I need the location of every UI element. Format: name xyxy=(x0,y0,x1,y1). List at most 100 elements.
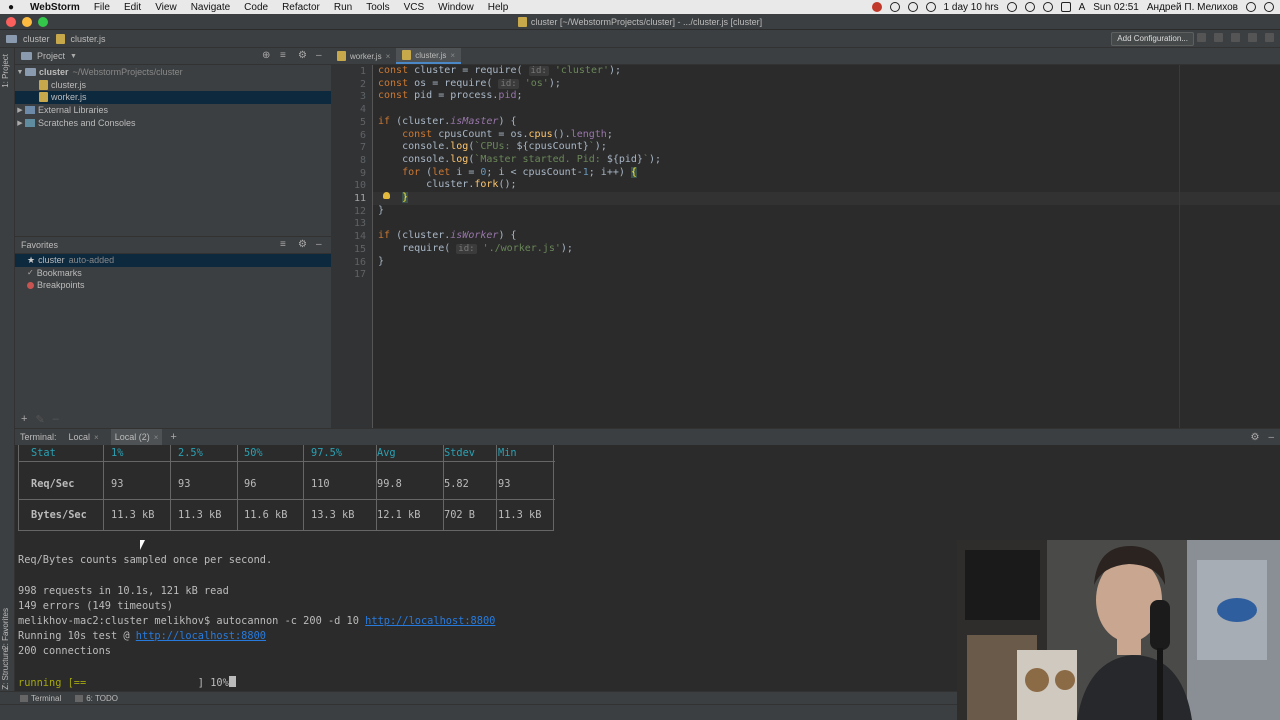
terminal-progress-line: running [== ] 10% xyxy=(18,676,236,689)
menu-file[interactable]: File xyxy=(94,2,110,13)
add-icon[interactable]: + xyxy=(21,413,27,426)
editor-gutter[interactable]: 1 2 3 4 5 6 7 8 9 10 11 12 13 14 15 16 1… xyxy=(331,65,373,428)
hide-icon[interactable]: – xyxy=(1268,432,1274,443)
terminal-link[interactable]: http://localhost:8800 xyxy=(136,630,266,642)
menu-edit[interactable]: Edit xyxy=(124,2,141,13)
input-source[interactable]: A xyxy=(1079,2,1086,13)
user-icon[interactable] xyxy=(889,2,900,12)
chevron-down-icon[interactable]: ▼ xyxy=(70,53,77,60)
hide-icon[interactable]: – xyxy=(316,240,325,250)
tab-worker-js[interactable]: worker.js × xyxy=(331,48,396,64)
run-icon[interactable] xyxy=(1197,33,1206,42)
wifi-icon[interactable] xyxy=(1024,2,1035,12)
close-icon[interactable]: × xyxy=(386,52,391,61)
progress-label: running [== xyxy=(18,677,87,689)
coverage-icon[interactable] xyxy=(1231,33,1240,42)
menu-view[interactable]: View xyxy=(155,2,177,13)
app-menu[interactable]: WebStorm xyxy=(30,2,80,13)
collapse-icon[interactable]: ≡ xyxy=(280,51,289,61)
search-everywhere-icon[interactable] xyxy=(1265,33,1274,42)
uptime-text[interactable]: 1 day 10 hrs xyxy=(944,2,999,13)
table-cell: 93 xyxy=(178,478,191,490)
remove-icon[interactable]: – xyxy=(53,413,59,426)
code-line-9: for (let i = 0; i < cpusCount-1; i++) { xyxy=(378,166,637,180)
code-line-6: const cpusCount = os.cpus().length; xyxy=(378,129,613,142)
add-configuration-button[interactable]: Add Configuration... xyxy=(1111,32,1194,46)
code-token: `CPUs: xyxy=(474,141,517,153)
close-icon[interactable]: × xyxy=(154,433,159,442)
expand-arrow-icon[interactable]: ▶ xyxy=(15,106,25,114)
notification-center-icon[interactable] xyxy=(1264,2,1274,12)
structure-tool-tab[interactable]: Z: Structure xyxy=(1,648,14,690)
project-tool-tab[interactable]: 1: Project xyxy=(1,54,14,88)
battery-icon[interactable] xyxy=(1060,2,1071,12)
code-line-3: const pid = process.pid; xyxy=(378,90,523,103)
table-divider xyxy=(19,499,555,500)
table-cell: 5.82 xyxy=(444,478,469,490)
clock[interactable]: Sun 02:51 xyxy=(1093,2,1139,13)
table-header: 50% xyxy=(244,447,263,459)
sound-icon[interactable] xyxy=(1042,2,1053,12)
menu-window[interactable]: Window xyxy=(438,2,474,13)
terminal-link[interactable]: http://localhost:8800 xyxy=(365,615,495,627)
record-icon[interactable] xyxy=(871,2,882,12)
js-file-icon xyxy=(402,50,412,60)
tree-root[interactable]: ▼ cluster ~/WebstormProjects/cluster xyxy=(15,66,331,79)
todo-tool-button[interactable]: 6: TODO xyxy=(75,694,118,703)
spotlight-icon[interactable] xyxy=(1246,2,1256,12)
uptime-icon[interactable] xyxy=(925,2,936,12)
window-controls xyxy=(6,17,48,27)
zoom-window-button[interactable] xyxy=(38,17,48,27)
hide-icon[interactable]: – xyxy=(316,51,325,61)
js-file-icon xyxy=(39,79,48,90)
favorites-panel-title[interactable]: Favorites xyxy=(21,240,58,250)
close-icon[interactable]: × xyxy=(94,433,99,442)
close-icon[interactable]: × xyxy=(450,51,455,60)
menu-code[interactable]: Code xyxy=(244,2,268,13)
gear-icon[interactable]: ⚙ xyxy=(298,240,307,250)
code-editor[interactable]: 1 2 3 4 5 6 7 8 9 10 11 12 13 14 15 16 1… xyxy=(331,65,1280,428)
code-line-15: require( id: './worker.js'); xyxy=(378,243,573,256)
play-icon[interactable] xyxy=(907,2,918,12)
favorite-item-bookmarks[interactable]: ✓ Bookmarks xyxy=(15,267,331,280)
close-window-button[interactable] xyxy=(6,17,16,27)
gear-icon[interactable]: ⚙ xyxy=(1250,432,1259,443)
breadcrumb-file[interactable]: cluster.js xyxy=(71,34,106,44)
menu-vcs[interactable]: VCS xyxy=(404,2,425,13)
vpn-icon[interactable] xyxy=(1006,2,1017,12)
tab-cluster-js[interactable]: cluster.js × xyxy=(396,48,462,64)
code-line-2: const os = require( id: 'os'); xyxy=(378,78,561,91)
tree-scratches[interactable]: ▶ Scratches and Consoles xyxy=(15,116,331,129)
menu-tools[interactable]: Tools xyxy=(366,2,389,13)
project-panel-title[interactable]: Project xyxy=(37,51,65,61)
terminal-tab-local-2[interactable]: Local (2) × xyxy=(110,428,163,446)
favorite-item-breakpoints[interactable]: Breakpoints xyxy=(15,279,331,292)
tree-file-worker[interactable]: worker.js xyxy=(15,91,331,104)
table-header: Stat xyxy=(31,447,56,459)
code-token: ); xyxy=(648,153,662,165)
new-terminal-button[interactable]: + xyxy=(170,431,176,443)
minimize-window-button[interactable] xyxy=(22,17,32,27)
menu-help[interactable]: Help xyxy=(488,2,509,13)
favorites-tool-tab[interactable]: 2: Favorites xyxy=(1,608,14,650)
favorite-item-cluster[interactable]: ★ cluster auto-added xyxy=(15,254,331,267)
user-name[interactable]: Андрей П. Мелихов xyxy=(1147,2,1238,13)
expand-arrow-icon[interactable]: ▼ xyxy=(15,69,25,76)
breadcrumb-project[interactable]: cluster xyxy=(23,34,50,44)
collapse-icon[interactable]: ≡ xyxy=(280,240,289,250)
menu-refactor[interactable]: Refactor xyxy=(282,2,320,13)
terminal-tab-local[interactable]: Local × xyxy=(65,429,103,446)
expand-arrow-icon[interactable]: ▶ xyxy=(15,119,25,127)
locate-icon[interactable]: ⊕ xyxy=(262,51,271,61)
menu-run[interactable]: Run xyxy=(334,2,352,13)
stop-icon[interactable] xyxy=(1248,33,1257,42)
tree-external-libraries[interactable]: ▶ External Libraries xyxy=(15,104,331,117)
terminal-tool-button[interactable]: Terminal xyxy=(20,694,61,703)
gear-icon[interactable]: ⚙ xyxy=(298,51,307,61)
edit-icon[interactable]: ✎ xyxy=(35,413,44,426)
debug-icon[interactable] xyxy=(1214,33,1223,42)
menu-navigate[interactable]: Navigate xyxy=(191,2,230,13)
apple-menu-icon[interactable]: ● xyxy=(8,2,22,13)
js-file-icon xyxy=(39,92,48,103)
tree-file-cluster[interactable]: cluster.js xyxy=(15,79,331,92)
